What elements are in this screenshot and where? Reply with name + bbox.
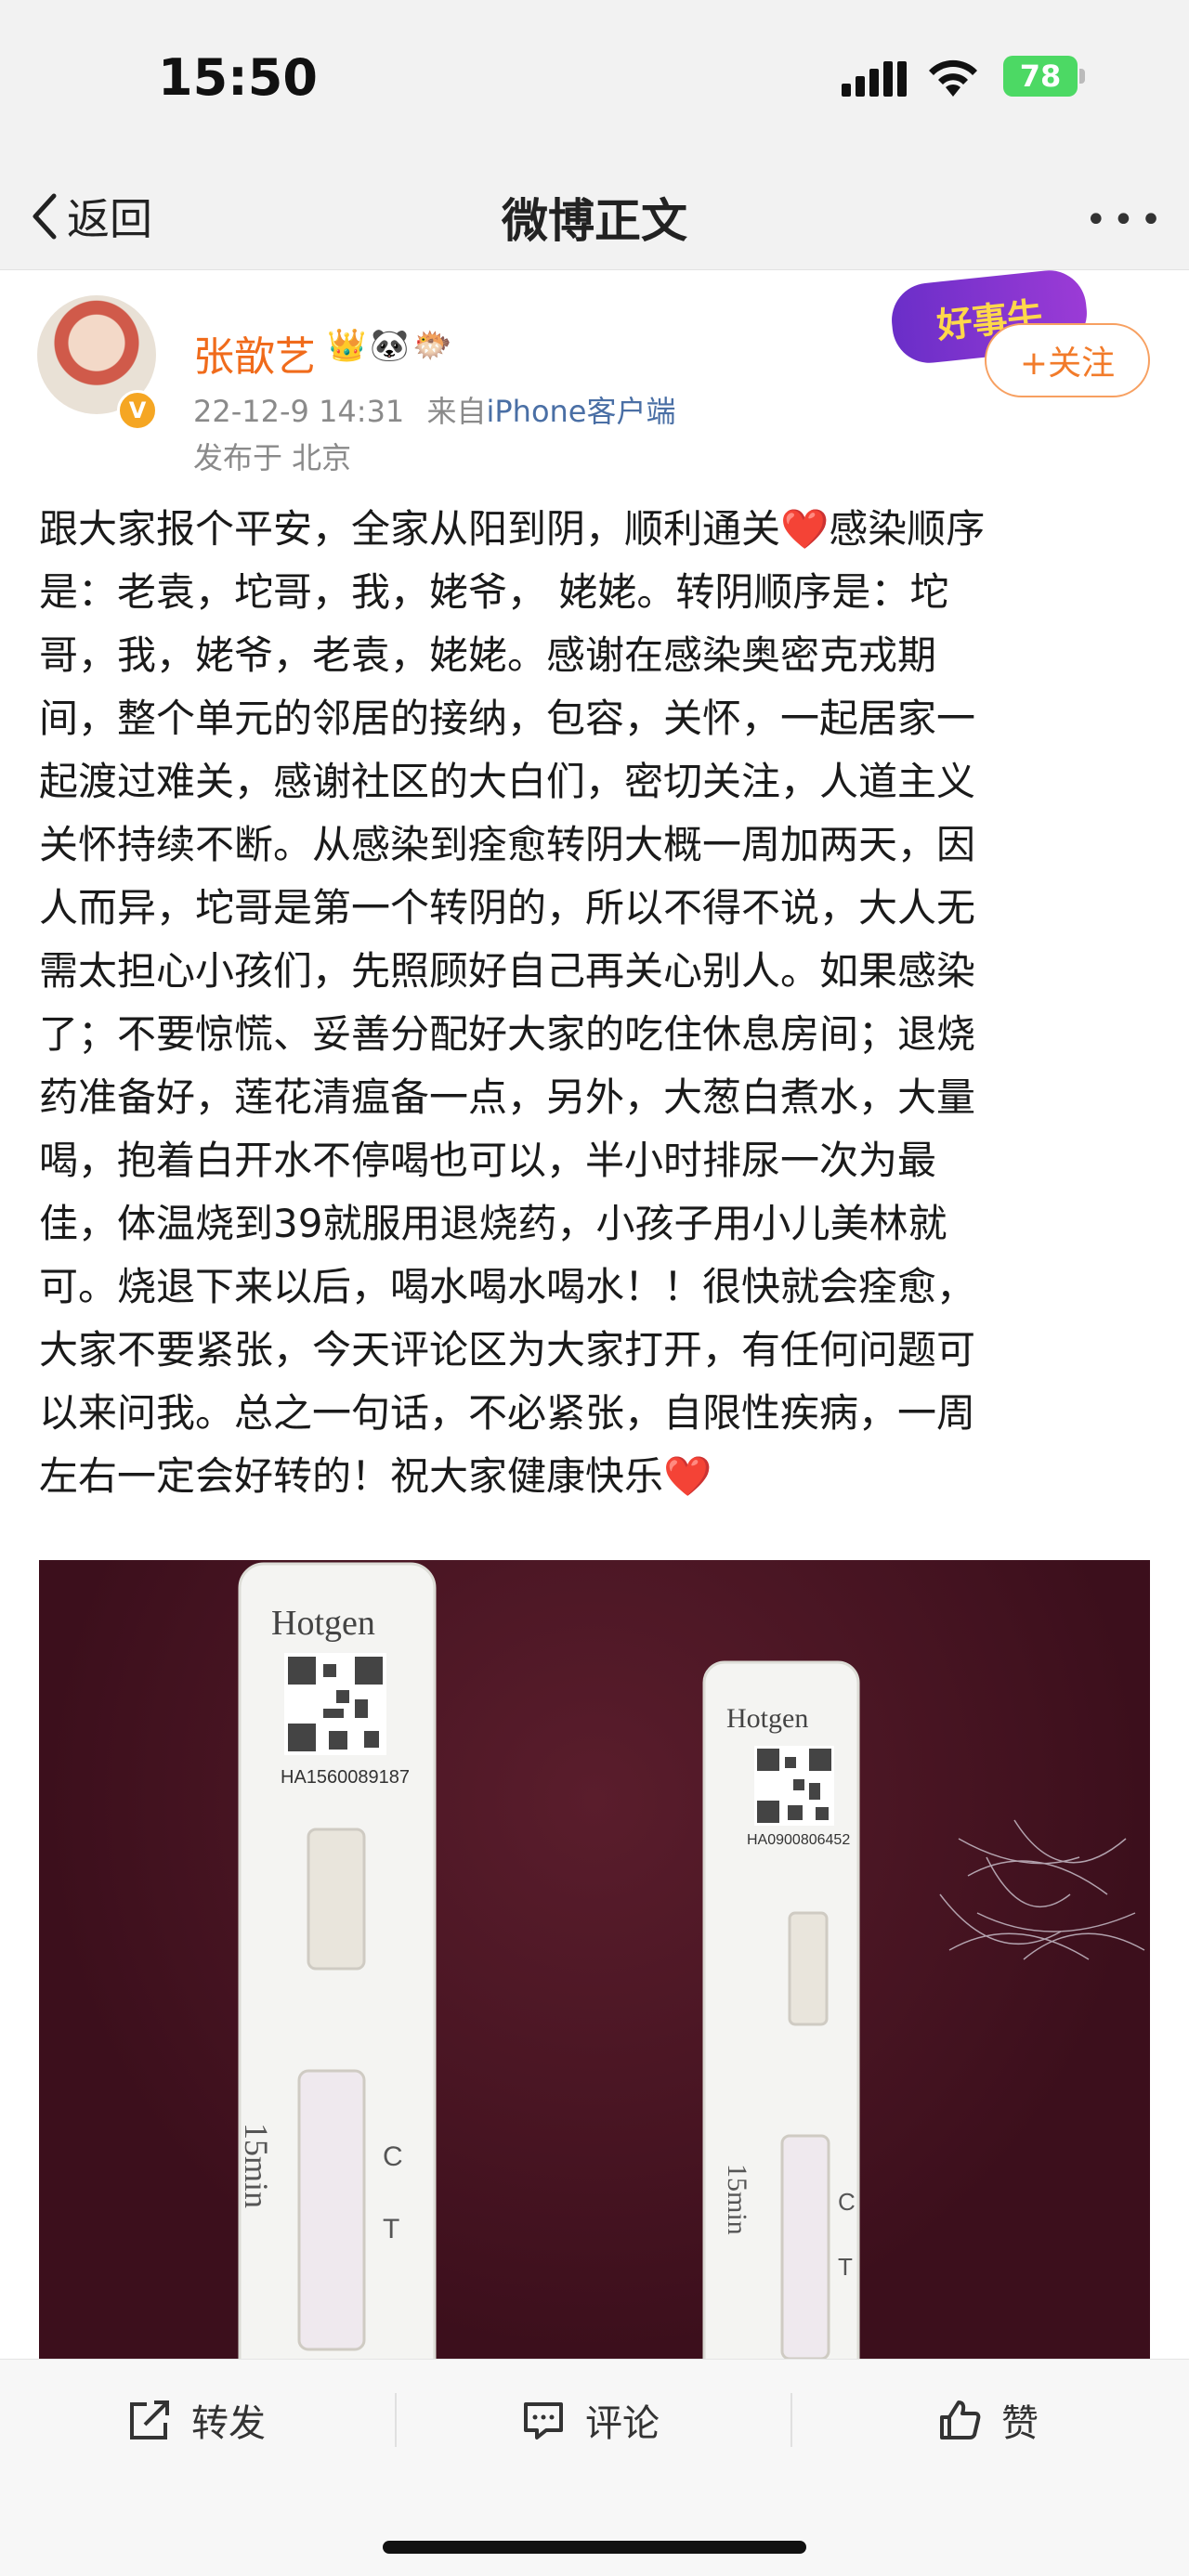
fiber-texture — [939, 1819, 1145, 1960]
test1-time: 15min — [238, 2123, 275, 2208]
nav-bar: 返回 微博正文 ••• — [0, 158, 1189, 270]
post-meta: 22-12-9 14:31 来自iPhone客户端 — [193, 388, 676, 431]
test2-t-label: T — [838, 2253, 853, 2281]
like-button[interactable]: 赞 — [936, 2360, 1039, 2480]
comment-icon — [524, 2402, 563, 2439]
test2-serial: HA0900806452 — [747, 1832, 850, 1848]
panda-badge-icon: 🐼 — [370, 327, 410, 364]
home-indicator[interactable] — [383, 2541, 806, 2554]
post-line: 跟大家报个平安，全家从阳到阴，顺利通关❤️感染顺序 — [39, 506, 986, 552]
post-line: 是：老袁，坨哥，我，姥爷， 姥姥。转阴顺序是：坨 — [39, 569, 949, 615]
post-line: 起渡过难关，感谢社区的大白们，密切关注，人道主义 — [39, 759, 976, 804]
battery-level: 78 — [1019, 59, 1062, 94]
action-toolbar: 转发 评论 赞 — [0, 2359, 1189, 2480]
battery-indicator: 78 — [1003, 56, 1078, 97]
post-line: 需太担心小孩们，先照顾好自己再关心别人。如果感染 — [39, 948, 976, 994]
qr-code-icon — [284, 1653, 386, 1755]
wifi-icon — [929, 59, 977, 97]
like-label: 赞 — [1001, 2402, 1039, 2445]
post-line: 哥，我，姥爷，老袁，姥姥。感谢在感染奥密克戎期 — [39, 632, 937, 678]
test2-brand: Hotgen — [726, 1703, 808, 1734]
test1-brand: Hotgen — [271, 1604, 375, 1643]
qr-code-icon — [754, 1746, 834, 1826]
repost-label: 转发 — [191, 2402, 266, 2445]
post-body: 跟大家报个平安，全家从阳到阴，顺利通关❤️感染顺序 是：老袁，坨哥，我，姥爷， … — [39, 498, 1154, 1508]
follow-button[interactable]: +关注 — [985, 323, 1150, 397]
post-line: 关怀持续不断。从感染到痊愈转阴大概一周加两天，因 — [39, 822, 976, 867]
post-line: 左右一定会好转的！祝大家健康快乐❤️ — [39, 1453, 712, 1499]
test-cassette-1: Hotgen HA1560089187 15min C T — [238, 1562, 437, 2359]
post-location: 发布于 北京 — [193, 440, 352, 475]
test2-c-label: C — [838, 2188, 856, 2216]
status-bar: 15:50 78 — [0, 0, 1189, 158]
comment-label: 评论 — [585, 2402, 660, 2445]
source-client-link[interactable]: iPhone客户端 — [486, 394, 675, 429]
post-line: 以来问我。总之一句话，不必紧张，自限性疾病，一周 — [39, 1390, 976, 1436]
post-line: 人而异，坨哥是第一个转阴的，所以不得不说，大人无 — [39, 885, 976, 930]
post-line: 间，整个单元的邻居的接纳，包容，关怀，一起居家一 — [39, 696, 976, 741]
divider — [790, 2393, 792, 2447]
post-timestamp: 22-12-9 14:31 — [193, 394, 405, 429]
comment-button[interactable]: 评论 — [520, 2360, 660, 2480]
source-prefix: 来自 — [426, 394, 487, 429]
post-line: 了；不要惊慌、妥善分配好大家的吃住休息房间；退烧 — [39, 1011, 976, 1057]
verified-badge-icon: V — [117, 390, 158, 431]
cellular-signal-icon — [842, 61, 907, 97]
divider — [395, 2393, 397, 2447]
test-cassette-2: Hotgen HA0900806452 15min C T — [702, 1660, 860, 2359]
bottom-safe-area — [0, 2479, 1189, 2576]
test2-time: 15min — [722, 2164, 752, 2235]
status-time: 15:50 — [158, 48, 318, 107]
more-options-icon[interactable]: ••• — [1085, 199, 1168, 241]
post-line: 大家不要紧张，今天评论区为大家打开，有任何问题可 — [39, 1327, 976, 1373]
author-name[interactable]: 张歆艺 — [193, 323, 316, 383]
antigen-tests-illustration: Hotgen HA1560089187 15min C T Hotgen HA0… — [238, 1562, 1145, 2359]
fish-badge-icon: 🐡 — [412, 327, 452, 364]
test1-t-label: T — [383, 2214, 399, 2244]
post-line: 药准备好，莲花清瘟备一点，另外，大葱白煮水，大量 — [39, 1074, 976, 1120]
crown-badge-icon: 👑 — [327, 327, 367, 364]
post-photo[interactable]: Hotgen HA1560089187 15min C T Hotgen HA0… — [39, 1560, 1150, 2359]
page-title: 微博正文 — [502, 194, 687, 248]
battery-tip — [1079, 69, 1085, 84]
post-line: 佳，体温烧到39就服用退烧药，小孩子用小儿美林就 — [39, 1201, 947, 1246]
test1-serial: HA1560089187 — [281, 1767, 410, 1788]
post-line: 喝，抱着白开水不停喝也可以，半小时排尿一次为最 — [39, 1138, 937, 1183]
post-line: 可。烧退下来以后，喝水喝水喝水！！很快就会痊愈， — [39, 1264, 976, 1309]
repost-icon — [130, 2400, 169, 2439]
test1-c-label: C — [383, 2141, 403, 2172]
repost-button[interactable]: 转发 — [126, 2360, 266, 2480]
thumbs-up-icon — [940, 2400, 981, 2439]
